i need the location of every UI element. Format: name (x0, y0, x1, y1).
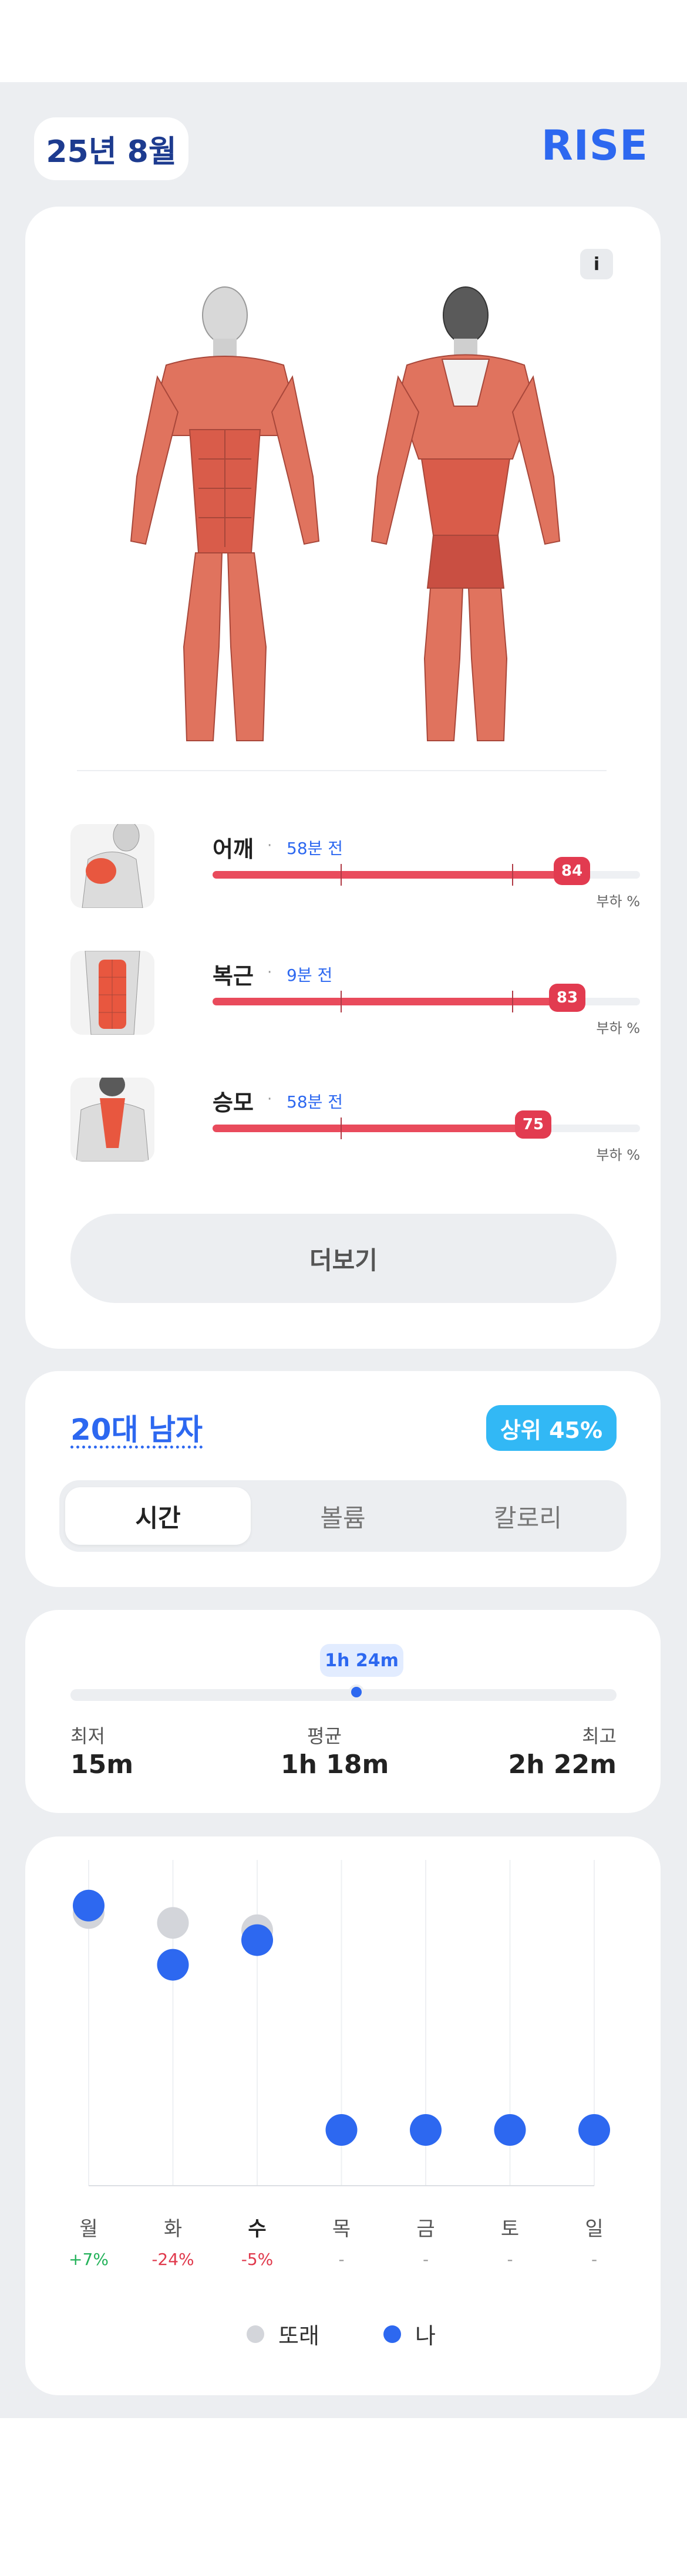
load-unit: 부하 % (596, 893, 640, 910)
peer-point (157, 1907, 189, 1939)
legend-me-label: 나 (415, 2323, 436, 2349)
divider (77, 770, 607, 771)
load-badge: 84 (554, 857, 590, 885)
load-bar-tick (341, 864, 342, 886)
x-tick-label: 화 (164, 2217, 182, 2241)
load-unit: 부하 % (596, 1147, 640, 1163)
muscle-card: i 어깨 · 58분 전 84 부하 % 복근 · 9분 전 83 부하 % 승… (25, 207, 661, 1349)
back-body-figure (371, 286, 561, 741)
traps-thumbnail (70, 1078, 154, 1162)
metric-tabs: 시간 볼륨 칼로리 (59, 1480, 627, 1552)
load-bar-fill (213, 1125, 533, 1132)
x-tick-label: 목 (332, 2217, 351, 2241)
peer-group-card: 20대 남자 상위 45% 시간 볼륨 칼로리 (25, 1371, 661, 1587)
more-button[interactable]: 더보기 (70, 1214, 617, 1303)
muscle-name: 승모 (213, 1090, 254, 1116)
rank-badge: 상위 45% (486, 1405, 617, 1451)
max-label: 최고 (582, 1725, 617, 1747)
load-badge: 83 (549, 984, 585, 1012)
legend-peer: 또래 (247, 2318, 319, 2350)
my-point (157, 1949, 189, 1981)
load-bar-tick (512, 991, 513, 1012)
change-label: - (338, 2250, 344, 2269)
legend-peer-dot (247, 2325, 264, 2343)
avg-value: 1h 18m (281, 1750, 389, 1780)
change-label: - (507, 2250, 513, 2269)
x-tick-label: 월 (79, 2217, 97, 2241)
my-point (578, 2114, 610, 2146)
legend-peer-label: 또래 (278, 2323, 319, 2349)
shoulder-thumbnail (70, 824, 154, 908)
weekly-chart-card: 월 +7% 화 -24% 수 -5% 목 - 금 - 토 - 일 - 또래 나 (25, 1836, 661, 2395)
brand-logo: RISE (541, 121, 648, 170)
my-position-marker (349, 1684, 364, 1700)
x-tick-label: 금 (416, 2217, 435, 2241)
load-bar: 83 (213, 984, 640, 1012)
weekly-chart: 월 +7% 화 -24% 수 -5% 목 - 금 - 토 - 일 - (69, 1860, 610, 2269)
change-label: -5% (241, 2250, 274, 2269)
load-bar-fill (213, 998, 567, 1005)
load-unit: 부하 % (596, 1020, 640, 1037)
legend-me-dot (383, 2325, 401, 2343)
change-label: - (423, 2250, 429, 2269)
load-bar-tick (512, 864, 513, 886)
muscle-name: 어깨 (213, 836, 254, 862)
load-bar: 84 (213, 857, 640, 886)
separator: · (267, 964, 272, 981)
x-tick-label: 수 (248, 2217, 266, 2241)
date-selector[interactable]: 25년 8월 (34, 117, 188, 180)
min-value: 15m (70, 1750, 134, 1780)
muscle-last-time: 9분 전 (287, 965, 333, 985)
muscle-row-abs[interactable]: 복근 · 9분 전 83 부하 % (70, 951, 640, 1045)
x-tick-label: 토 (501, 2217, 519, 2241)
my-point (494, 2114, 526, 2146)
my-point (410, 2114, 442, 2146)
change-label: - (591, 2250, 597, 2269)
my-point (241, 1924, 273, 1956)
tab-time[interactable]: 시간 (65, 1487, 251, 1545)
avg-label: 평균 (307, 1725, 342, 1747)
my-value-bubble: 1h 24m (320, 1644, 403, 1677)
muscle-name: 복근 (213, 963, 254, 989)
load-bar: 75 (213, 1110, 640, 1139)
my-point (325, 2114, 358, 2146)
tab-volume[interactable]: 볼륨 (250, 1487, 436, 1545)
x-tick-label: 일 (585, 2217, 603, 2241)
change-label: +7% (69, 2250, 109, 2269)
front-body-figure (130, 286, 320, 741)
change-label: -24% (151, 2250, 194, 2269)
peer-group-label[interactable]: 20대 남자 (70, 1406, 203, 1449)
min-label: 최저 (70, 1725, 105, 1747)
muscle-last-time: 58분 전 (287, 1092, 344, 1112)
my-point (73, 1889, 105, 1922)
range-card: 1h 24m 최저 15m 평균 1h 18m 최고 2h 22m (25, 1610, 661, 1813)
load-badge: 75 (515, 1110, 551, 1139)
muscle-last-time: 58분 전 (287, 839, 344, 858)
separator: · (267, 1091, 272, 1108)
legend-me: 나 (383, 2318, 436, 2350)
range-track (70, 1689, 617, 1701)
muscle-row-shoulder[interactable]: 어깨 · 58분 전 84 부하 % (70, 824, 640, 918)
load-bar-tick (341, 991, 342, 1012)
info-icon[interactable]: i (580, 249, 613, 279)
muscle-row-traps[interactable]: 승모 · 58분 전 75 부하 % (70, 1078, 640, 1171)
load-bar-tick (341, 1117, 342, 1139)
max-value: 2h 22m (508, 1750, 617, 1780)
separator: · (267, 837, 272, 855)
tab-calories[interactable]: 칼로리 (435, 1487, 621, 1545)
load-bar-fill (213, 871, 572, 879)
abs-thumbnail (70, 951, 154, 1035)
